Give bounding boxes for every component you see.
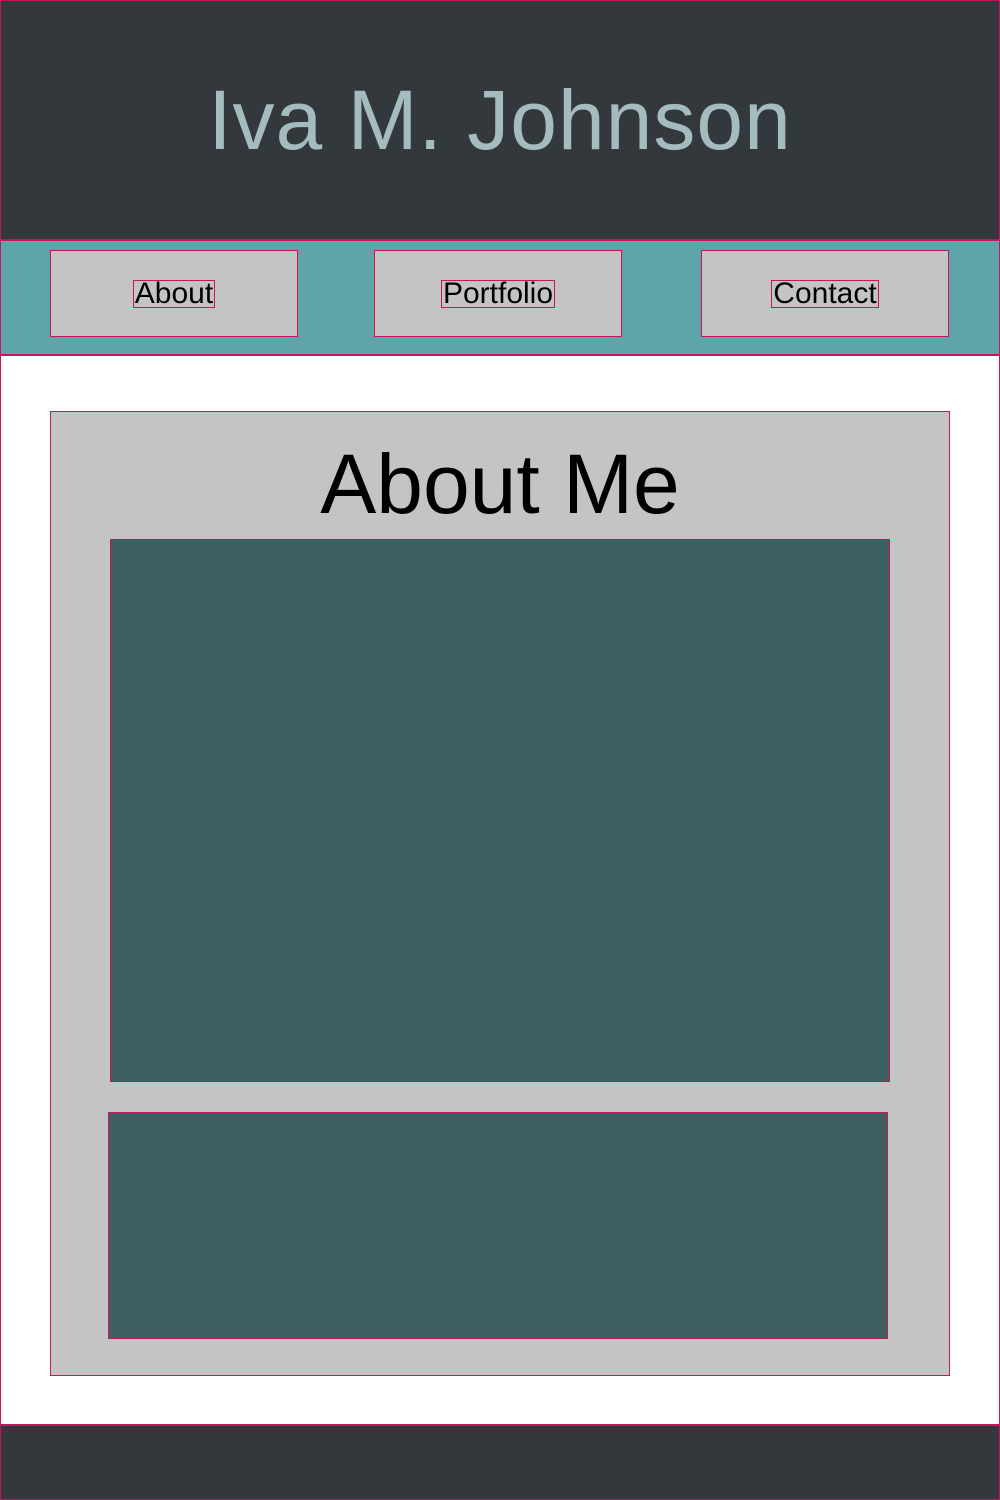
site-header: Iva M. Johnson bbox=[0, 0, 1000, 240]
site-footer bbox=[0, 1425, 1000, 1500]
main-content: About Me bbox=[0, 355, 1000, 1425]
nav-portfolio-label: Portfolio bbox=[440, 276, 556, 310]
nav-portfolio-button[interactable]: Portfolio bbox=[374, 250, 622, 337]
main-nav: About Portfolio Contact bbox=[0, 240, 1000, 355]
bio-placeholder bbox=[108, 1112, 888, 1339]
photo-placeholder bbox=[110, 539, 890, 1082]
nav-about-button[interactable]: About bbox=[50, 250, 298, 337]
nav-contact-label: Contact bbox=[771, 276, 879, 310]
about-heading: About Me bbox=[320, 437, 680, 531]
nav-about-label: About bbox=[132, 276, 216, 310]
nav-contact-button[interactable]: Contact bbox=[701, 250, 949, 337]
about-section: About Me bbox=[50, 411, 950, 1376]
site-title: Iva M. Johnson bbox=[208, 73, 792, 167]
